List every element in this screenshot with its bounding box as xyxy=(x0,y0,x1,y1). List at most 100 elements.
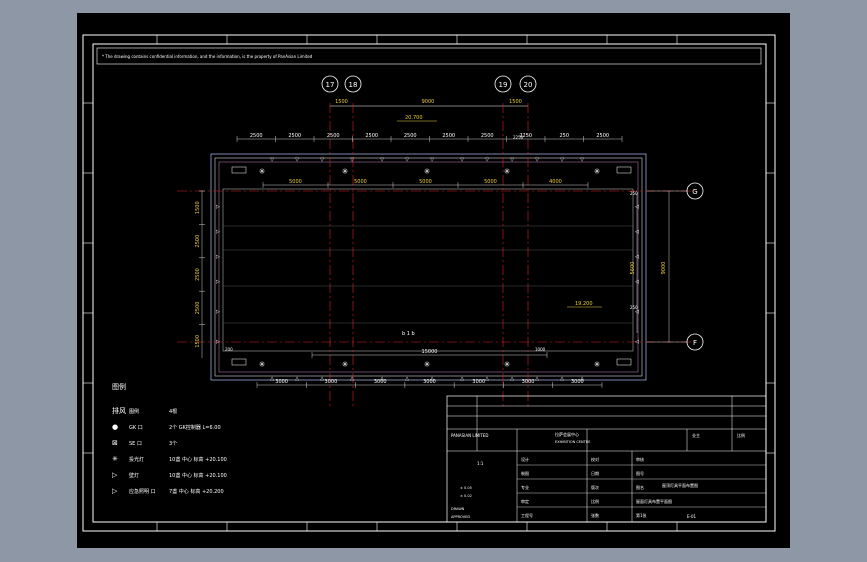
wall-light-icon: △ xyxy=(560,376,564,382)
legend-desc: 2个 GK控制器 L=6.00 xyxy=(169,424,221,431)
wall-light-icon: ▽ xyxy=(350,157,354,163)
small-dim-text: 200 xyxy=(225,347,233,352)
wall-light-icon: ◁ xyxy=(635,204,639,210)
tb-project-sub: EXHIBITION CENTRE xyxy=(555,440,590,444)
legend-title: 图例 xyxy=(112,382,126,391)
wall-light-icon: △ xyxy=(510,376,514,382)
small-dim-text: 250 xyxy=(630,191,638,196)
dim-text: 5000 xyxy=(484,179,497,185)
tb-cell: 版次 xyxy=(591,484,599,490)
wall-light-icon: △ xyxy=(535,376,539,382)
legend-symbol: ▷ xyxy=(112,487,118,495)
tb-tol-2: ± 0.02 xyxy=(460,494,472,498)
wall-light-icon: ▽ xyxy=(295,157,299,163)
inner-bottom-dimension-chain: 15000 xyxy=(311,349,548,358)
tb-cell: 工程号 xyxy=(521,512,533,518)
dim-text: 9000 xyxy=(661,262,667,275)
left-dimension-chain: 1500 2500 2500 2500 1500 xyxy=(195,190,205,358)
dim-text: 2500 xyxy=(195,302,201,315)
floodlight-icon: ✳ xyxy=(424,167,431,176)
right-axes: GF xyxy=(647,182,704,351)
tb-drawing-no: E-01 xyxy=(687,514,697,519)
roof-inner xyxy=(218,161,639,373)
top-dimension-chain: 2500 2500 2500 2500 2500 2500 2500 2250 250 2500 xyxy=(236,133,623,142)
note-text: * The drawing contains confidential info… xyxy=(102,54,313,59)
tb-cell: 审定 xyxy=(521,498,529,504)
dim-text: 1500 xyxy=(195,335,201,348)
floodlight-icon: ✳ xyxy=(259,167,266,176)
wall-light-icon: △ xyxy=(320,376,324,382)
wall-light-icon: ▷ xyxy=(216,309,220,315)
dim-text: 3000 xyxy=(522,379,535,385)
grid-dim-text: 1500 xyxy=(335,99,348,105)
axis-label-20: 20 xyxy=(524,81,533,89)
wall-light-icon: ▽ xyxy=(430,157,434,163)
wall-light-icon: ◁ xyxy=(635,309,639,315)
legend-label: GK 口 xyxy=(129,425,143,431)
tb-cell: 制图 xyxy=(521,470,529,476)
tb-tol-1: ± 0.05 xyxy=(460,486,472,490)
fan-unit-icon xyxy=(231,166,247,174)
center-label: b 1 b xyxy=(402,331,415,337)
wall-light-icon: △ xyxy=(485,376,489,382)
inner-top-dimension-chain: 5000 5000 5000 5000 4000 xyxy=(262,179,589,188)
axis-label-19: 19 xyxy=(499,81,508,89)
dim-text: 250 xyxy=(559,133,569,139)
tb-project: 拉萨会展中心 xyxy=(555,431,579,437)
legend-desc: 10盏 中心 标高 +20.100 xyxy=(169,456,227,463)
title-block: PANASIAN LIMITED 拉萨会展中心 EXHIBITION CENTR… xyxy=(446,395,767,523)
tb-approved: APPROVED xyxy=(451,515,470,519)
grid-dim-text: 9000 xyxy=(422,99,435,105)
small-dim-text: 2250 xyxy=(513,135,524,140)
wall-light-icon: ▷ xyxy=(216,339,220,345)
tb-cell: 图名 xyxy=(636,484,644,490)
roof-outline xyxy=(210,153,647,381)
wall-light-icon: △ xyxy=(580,376,584,382)
legend-symbol: 排风 xyxy=(112,406,126,415)
tb-company: PANASIAN LIMITED xyxy=(451,433,488,438)
legend-label: SE 口 xyxy=(129,441,142,447)
tb-cell: 专业 xyxy=(521,484,529,490)
wall-light-icon: △ xyxy=(430,376,434,382)
tb-cell: 设计 xyxy=(521,456,529,462)
wall-light-icon: △ xyxy=(380,376,384,382)
axis-label-F: F xyxy=(693,339,697,347)
elevation-top: 20.700 xyxy=(405,115,423,121)
dim-text: 5000 xyxy=(289,179,302,185)
wall-light-icon: △ xyxy=(405,376,409,382)
dim-text: 2500 xyxy=(288,133,301,139)
tb-scale: 1:1 xyxy=(477,461,484,466)
wall-light-icon: ▽ xyxy=(485,157,489,163)
dim-text: 5600 xyxy=(630,262,636,275)
wall-light-icon: ▽ xyxy=(510,157,514,163)
tb-cell: 图号 xyxy=(636,470,644,476)
right-dimension-chain: 5600 9000 200 1000 250 250 2250 xyxy=(225,135,670,352)
small-dim-text: 1000 xyxy=(535,347,546,352)
dim-text: 3000 xyxy=(325,379,338,385)
legend-label: 投光灯 xyxy=(129,456,144,463)
tb-cell: 第1张 xyxy=(636,512,647,518)
grid-dimensions: 1500 9000 1500 xyxy=(330,99,528,107)
fan-unit-icon xyxy=(616,358,632,366)
dim-text: 1500 xyxy=(195,201,201,214)
tb-scale-label: 比例 xyxy=(737,432,745,438)
legend-symbol: ▷ xyxy=(112,471,118,479)
floodlight-icon: ✳ xyxy=(259,360,266,369)
tb-sheet-title: 屋顶灯具平面布置图 xyxy=(662,482,698,488)
wall-light-icon: △ xyxy=(295,376,299,382)
tb-cell: 比例 xyxy=(591,498,599,504)
tb-client: 业主 xyxy=(692,432,700,438)
floodlight-icon: ✳ xyxy=(594,167,601,176)
dim-text: 2500 xyxy=(195,268,201,281)
wall-light-icon: ▽ xyxy=(560,157,564,163)
axis-label-17: 17 xyxy=(326,81,335,89)
legend-desc: 3个 xyxy=(169,441,177,447)
fan-unit-icon xyxy=(616,166,632,174)
wall-light-icon: ▽ xyxy=(535,157,539,163)
grid-dim-text: 1500 xyxy=(509,99,522,105)
wall-light-icon: ▷ xyxy=(216,279,220,285)
wall-light-icon: △ xyxy=(350,376,354,382)
wall-light-icon: ▽ xyxy=(460,157,464,163)
top-axes: 17 18 19 20 xyxy=(321,75,537,93)
floodlight-icon: ✳ xyxy=(504,167,511,176)
